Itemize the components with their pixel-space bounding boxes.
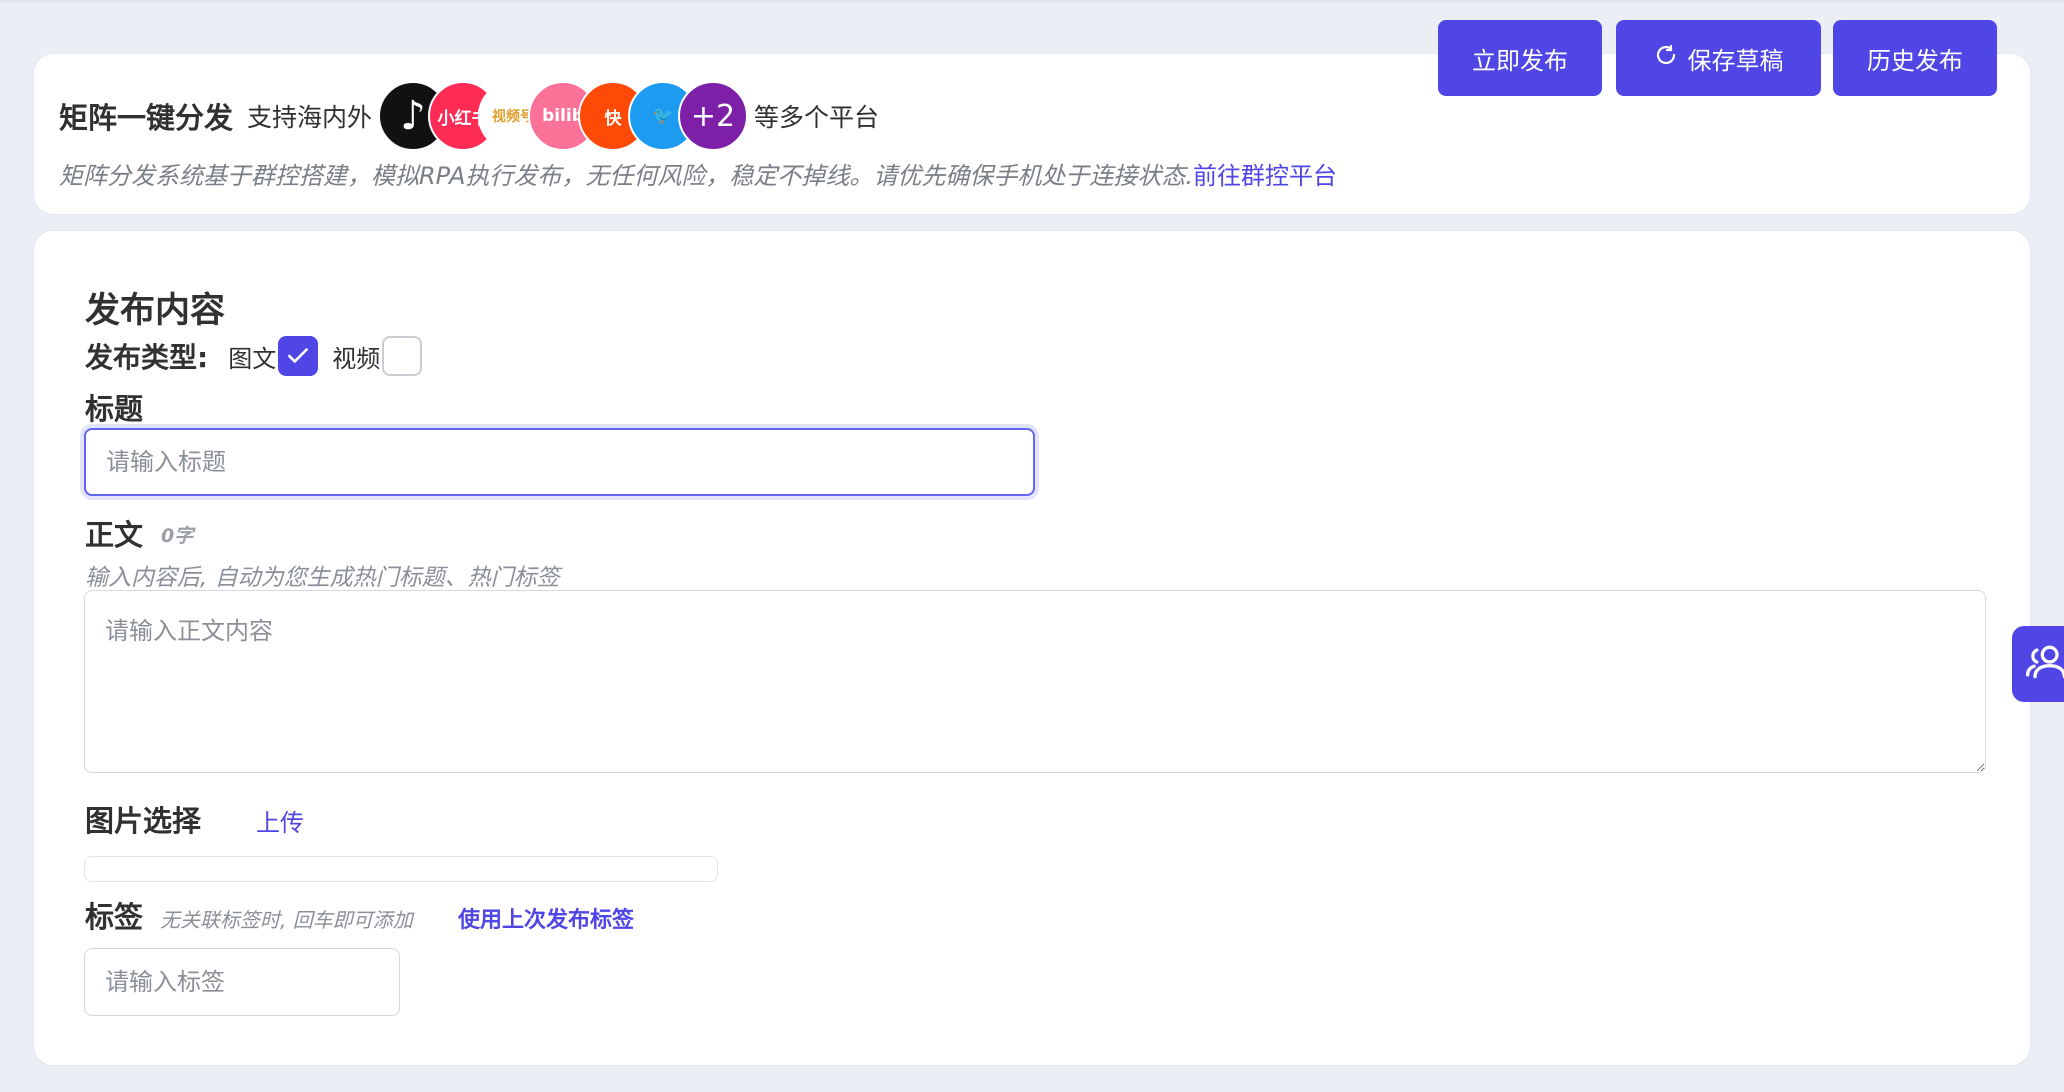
image-list-box bbox=[84, 856, 718, 882]
save-draft-label: 保存草稿 bbox=[1687, 46, 1784, 75]
tags-input[interactable] bbox=[84, 948, 400, 1016]
header-summary: 矩阵一键分发 支持海内外 ♪ 小红书 视频号 bilib 快 🐦 +2 等多个平台 bbox=[59, 81, 880, 151]
users-icon bbox=[2024, 640, 2064, 688]
check-icon bbox=[288, 348, 309, 363]
group-control-link[interactable]: 前往群控平台 bbox=[1193, 162, 1337, 190]
image-select-label: 图片选择 bbox=[85, 804, 202, 838]
support-text: 支持海内外 bbox=[247, 103, 373, 132]
image-text-checkbox[interactable] bbox=[278, 336, 319, 376]
description-text: 矩阵分发系统基于群控搭建，模拟RPA执行发布，无任何风险，稳定不掉线。请优先确保… bbox=[59, 162, 1193, 190]
save-draft-button[interactable]: 保存草稿 bbox=[1616, 20, 1821, 96]
publish-type-label: 发布类型: bbox=[85, 341, 209, 374]
publish-type-row: 发布类型: 图文 视频 bbox=[85, 336, 436, 376]
title-label: 标题 bbox=[85, 392, 144, 426]
tags-hint: 无关联标签时, 回车即可添加 bbox=[160, 908, 413, 932]
platform-icon-6: +2 bbox=[678, 81, 749, 151]
use-last-tags-link[interactable]: 使用上次发布标签 bbox=[458, 902, 634, 934]
upload-link[interactable]: 上传 bbox=[256, 803, 304, 838]
header-description: 矩阵分发系统基于群控搭建，模拟RPA执行发布，无任何风险，稳定不掉线。请优先确保… bbox=[59, 156, 1337, 191]
floating-user-button[interactable] bbox=[2012, 626, 2064, 702]
body-char-count: 0字 bbox=[161, 525, 194, 547]
publish-now-button[interactable]: 立即发布 bbox=[1438, 20, 1602, 96]
page-title: 矩阵一键分发 bbox=[59, 101, 234, 135]
more-platforms-text: 等多个平台 bbox=[754, 103, 880, 132]
history-publish-button[interactable]: 历史发布 bbox=[1833, 20, 1997, 96]
video-checkbox[interactable] bbox=[382, 336, 423, 376]
option-image-text-label: 图文 bbox=[228, 344, 277, 373]
tags-label: 标签 bbox=[85, 900, 144, 934]
body-label: 正文 bbox=[85, 518, 144, 552]
body-textarea[interactable] bbox=[84, 590, 1986, 773]
option-video-label: 视频 bbox=[332, 344, 381, 373]
platform-icons: ♪ 小红书 视频号 bilib 快 🐦 +2 bbox=[378, 81, 749, 151]
top-divider bbox=[0, 0, 2064, 3]
section-title: 发布内容 bbox=[85, 291, 226, 331]
title-input[interactable] bbox=[84, 428, 1035, 496]
body-hint: 输入内容后, 自动为您生成热门标题、热门标签 bbox=[85, 565, 560, 591]
refresh-icon bbox=[1654, 43, 1678, 73]
